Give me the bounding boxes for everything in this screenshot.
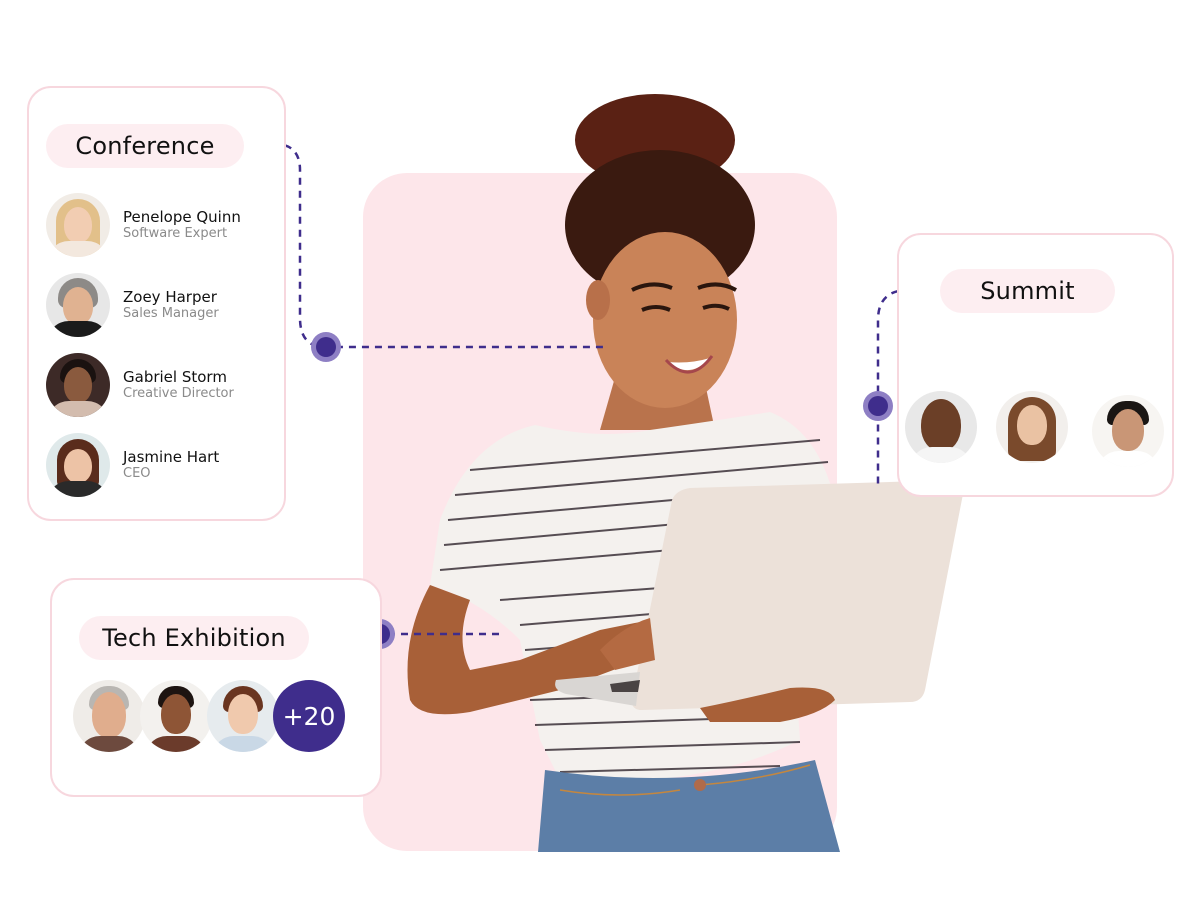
summit-node <box>863 391 893 421</box>
avatar-photo-long-haired-woman[interactable] <box>996 391 1068 463</box>
avatar-photo-short-haired-woman[interactable] <box>140 680 212 752</box>
person-role: Software Expert <box>123 226 228 241</box>
person-name: Zoey Harper <box>123 288 217 306</box>
list-item-person[interactable]: Gabriel Storm Creative Director <box>46 352 276 418</box>
conference-title: Conference <box>46 124 244 168</box>
list-item-person[interactable]: Penelope Quinn Software Expert <box>46 192 276 258</box>
person-name: Jasmine Hart <box>123 448 220 466</box>
avatar-photo-gray-haired-woman <box>46 273 110 337</box>
summit-title: Summit <box>940 269 1115 313</box>
tech-exhibition-card: Tech Exhibition +20 <box>50 578 382 797</box>
avatar-photo-dark-haired-man[interactable] <box>1092 395 1164 467</box>
tech-exhibition-title: Tech Exhibition <box>79 616 309 660</box>
avatar-photo-gray-haired-man[interactable] <box>73 680 145 752</box>
avatar-photo-man-glasses <box>46 353 110 417</box>
avatar-photo-blonde-woman <box>46 193 110 257</box>
person-role: CEO <box>123 466 151 481</box>
avatar-photo-brunette-woman <box>46 433 110 497</box>
person-role: Creative Director <box>123 386 234 401</box>
person-name: Penelope Quinn <box>123 208 241 226</box>
avatar-photo-bald-man[interactable] <box>905 391 977 463</box>
person-role: Sales Manager <box>123 306 219 321</box>
avatar-photo-ponytail-woman[interactable] <box>207 680 279 752</box>
summit-card: Summit <box>897 233 1174 497</box>
list-item-person[interactable]: Zoey Harper Sales Manager <box>46 272 276 338</box>
hero-background-panel <box>363 173 837 851</box>
conference-node <box>311 332 341 362</box>
list-item-person[interactable]: Jasmine Hart CEO <box>46 432 276 498</box>
more-attendees-badge[interactable]: +20 <box>273 680 345 752</box>
conference-card: Conference Penelope Quinn Software Exper… <box>27 86 286 521</box>
event-network-illustration: Conference Penelope Quinn Software Exper… <box>0 0 1200 900</box>
person-name: Gabriel Storm <box>123 368 227 386</box>
